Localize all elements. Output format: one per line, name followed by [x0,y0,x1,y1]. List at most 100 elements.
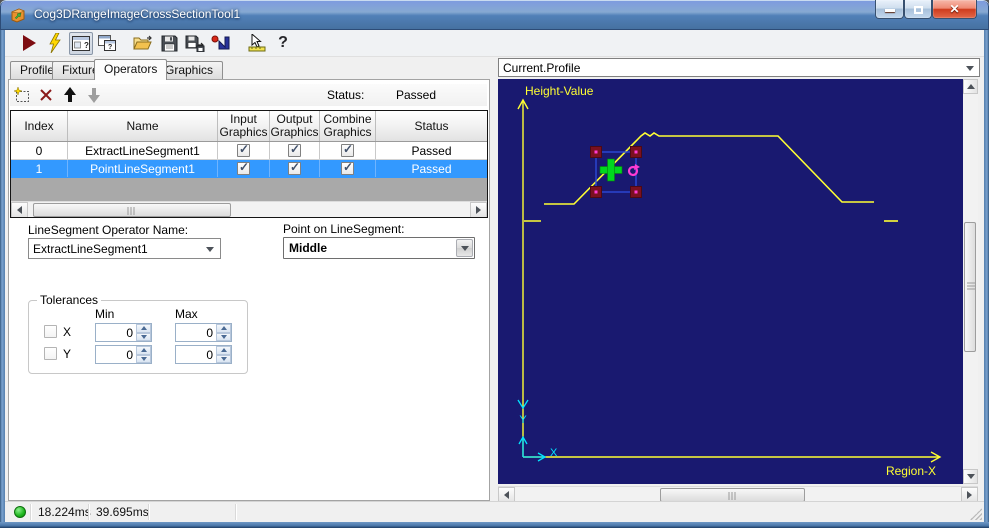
maximize-button[interactable] [904,0,932,19]
plot-axes [517,98,942,463]
move-down-button[interactable] [82,85,106,105]
spin-down-button[interactable] [216,332,231,341]
operators-table: Index Name Input Graphics Output Graphics … [10,110,488,218]
status-label: Status: [327,88,365,102]
y-tolerance-checkbox[interactable] [44,347,57,360]
minimize-button[interactable] [875,0,904,19]
tab-operators[interactable]: Operators [94,59,168,80]
scroll-right-icon [476,206,481,214]
spin-up-button[interactable] [136,346,151,355]
table-row-selected[interactable]: 1 PointLineSegment1 ✓ ✓ ✓ Passed [11,160,487,178]
scroll-left-button[interactable] [11,202,28,217]
rotate-handle[interactable] [627,164,640,177]
scrollbar-thumb[interactable] [660,488,805,502]
min-column-label: Min [95,307,115,321]
spin-down-button[interactable] [216,354,231,363]
folder-open-icon [133,35,152,50]
region-axes-marker [517,399,547,462]
status-bar: 18.224ms 39.695ms [5,501,984,522]
column-header-output-graphics[interactable]: Output Graphics [270,111,320,141]
output-graphics-checkbox[interactable]: ✓ [288,142,301,157]
x-tolerance-checkbox[interactable] [44,325,57,338]
region-x-label: X [550,447,558,459]
linesegment-selection-overlay[interactable] [590,146,642,198]
tool-display-float-button[interactable]: ? [95,32,119,55]
minimize-icon [885,9,895,12]
point-on-linesegment-combobox[interactable]: Middle [283,237,475,259]
combine-graphics-checkbox[interactable]: ✓ [341,160,354,175]
floppy-icon [161,35,177,51]
question-icon: ? [278,34,288,51]
svg-text:?: ? [84,41,89,50]
display-vertical-scrollbar[interactable] [963,79,978,484]
scroll-left-icon [504,491,509,499]
scroll-down-button[interactable] [963,469,978,484]
combine-graphics-checkbox[interactable]: ✓ [341,142,354,157]
profile-display[interactable]: Height-Value Region-X Y X [498,79,963,484]
pointer-ruler-icon [248,34,266,52]
table-horizontal-scrollbar[interactable] [11,201,487,217]
x-max-spinner[interactable]: 0 [175,323,232,342]
spin-up-button[interactable] [216,324,231,333]
spin-up-button[interactable] [216,346,231,355]
column-header-combine-graphics[interactable]: Combine Graphics [320,111,376,141]
lightning-icon [49,33,61,53]
window-frame-left [0,30,5,522]
window-title: Cog3DRangeImageCrossSectionTool1 [34,7,241,21]
arrow-down-icon [88,88,100,103]
window-frame-bottom [0,522,989,528]
add-operator-button[interactable] [10,85,34,105]
table-header-row: Index Name Input Graphics Output Graphics … [11,111,487,142]
svg-text:?: ? [108,44,112,51]
combo-dropdown-button[interactable] [456,239,473,257]
close-icon: ✕ [949,2,960,16]
table-row[interactable]: 0 ExtractLineSegment1 ✓ ✓ ✓ Passed [11,142,487,160]
y-min-spinner[interactable]: 0 [95,345,152,364]
spin-down-button[interactable] [136,332,151,341]
output-graphics-checkbox[interactable]: ✓ [288,160,301,175]
spin-down-button[interactable] [136,354,151,363]
column-header-index[interactable]: Index [11,111,68,141]
y-axis-title: Height-Value [525,84,594,98]
title-bar[interactable]: Cog3DRangeImageCrossSectionTool1 ✕ [0,0,989,30]
save-as-button[interactable] [183,32,207,55]
reset-arrow-icon [211,35,230,49]
table-empty-area [11,178,487,201]
input-graphics-checkbox[interactable]: ✓ [237,142,250,157]
spin-up-button[interactable] [136,324,151,333]
input-graphics-checkbox[interactable]: ✓ [237,160,250,175]
column-header-status[interactable]: Status [376,111,487,141]
run-tool-button[interactable] [17,32,41,55]
x-min-spinner[interactable]: 0 [95,323,152,342]
close-button[interactable]: ✕ [932,0,977,19]
save-file-button[interactable] [157,32,181,55]
resize-grip[interactable] [970,508,982,520]
operator-name-label: LineSegment Operator Name: [28,223,189,237]
scrollbar-thumb[interactable] [964,222,976,352]
move-up-button[interactable] [58,85,82,105]
center-cross-marker[interactable] [599,158,623,182]
chevron-down-icon [206,246,214,252]
scroll-right-button[interactable] [470,202,487,217]
open-file-button[interactable] [131,32,155,55]
record-selector-combobox[interactable]: Current.Profile [498,58,980,77]
new-item-icon [13,87,29,102]
column-header-name[interactable]: Name [68,111,218,141]
play-icon [22,35,36,51]
y-max-spinner[interactable]: 0 [175,345,232,364]
maximize-icon [914,6,923,14]
window-frame-right [984,30,989,522]
tool-display-docked-button[interactable]: ? [69,31,93,55]
scroll-up-button[interactable] [963,79,978,94]
x-tolerance-label: X [63,325,72,339]
help-button[interactable]: ? [271,32,295,55]
electric-run-button[interactable] [43,32,67,55]
reset-tool-button[interactable] [209,32,233,55]
result-led-icon [14,506,26,518]
execution-time: 18.224ms [38,505,91,519]
beta-features-button[interactable] [245,32,269,55]
column-header-input-graphics[interactable]: Input Graphics [218,111,270,141]
delete-operator-button[interactable] [34,85,58,105]
scrollbar-thumb[interactable] [33,203,231,217]
operator-name-combobox[interactable]: ExtractLineSegment1 [28,238,221,259]
